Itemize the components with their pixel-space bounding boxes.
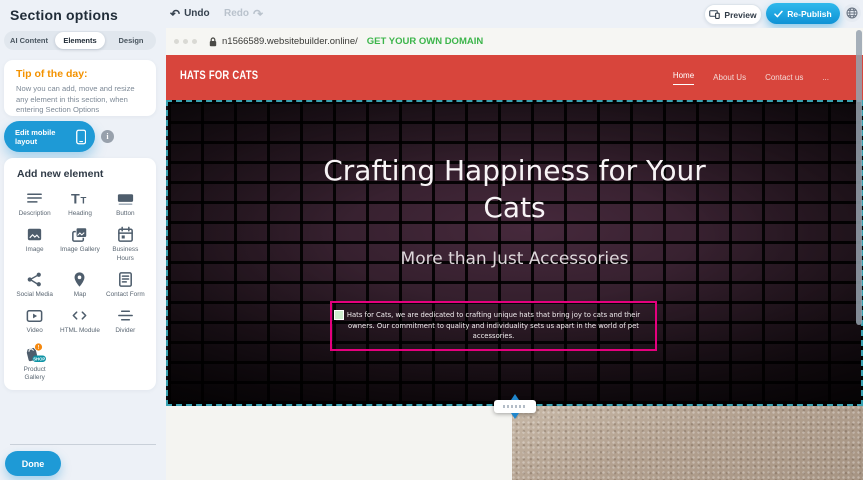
element-item-video[interactable]: Video [12, 306, 57, 335]
redo-button[interactable]: Redo ↷ [224, 8, 263, 19]
done-button[interactable]: Done [5, 451, 61, 476]
tab-elements[interactable]: Elements [55, 32, 105, 49]
add-new-element-panel: Add new element Description T T Heading … [4, 158, 156, 390]
element-item-image[interactable]: Image [12, 225, 57, 263]
svg-text:T: T [81, 195, 87, 206]
nav-home[interactable]: Home [673, 71, 694, 85]
element-item-map[interactable]: Map [57, 270, 102, 299]
site-nav: Home About Us Contact us ... [673, 55, 829, 100]
element-item-divider[interactable]: Divider [103, 306, 148, 335]
element-item-contact-form[interactable]: Contact Form [103, 270, 148, 299]
element-item-button[interactable]: Button [103, 189, 148, 218]
edit-mobile-layout-button[interactable]: Edit mobile layout [4, 121, 95, 152]
site-url[interactable]: n1566589.websitebuilder.online/ [222, 36, 358, 47]
check-icon [774, 10, 783, 18]
undo-button[interactable]: ↶ Undo [170, 8, 210, 19]
get-domain-link[interactable]: GET YOUR OWN DOMAIN [367, 36, 483, 47]
preview-button[interactable]: Preview [704, 4, 762, 25]
business-hours-icon [116, 225, 135, 244]
page-title: Section options [10, 7, 118, 23]
element-grid: Description T T Heading Button Image [12, 189, 148, 382]
sidebar-tabbar: AI Content Elements Design [4, 31, 156, 50]
element-drag-handle[interactable] [334, 310, 344, 320]
element-item-business-hours[interactable]: Business Hours [103, 225, 148, 263]
browser-bar: n1566589.websitebuilder.online/ GET YOUR… [166, 28, 863, 55]
heading-icon: T T [70, 189, 89, 208]
language-globe-button[interactable] [843, 4, 861, 22]
svg-text:SHOP: SHOP [33, 356, 45, 361]
shopping-bag-icon: ! SHOP [23, 343, 47, 364]
divider-icon [116, 306, 135, 325]
preview-scrollbar[interactable] [856, 30, 862, 325]
phone-icon [76, 129, 86, 145]
element-item-description[interactable]: Description [12, 189, 57, 218]
add-element-title: Add new element [12, 168, 148, 180]
nav-about-us[interactable]: About Us [713, 73, 746, 82]
element-item-image-gallery[interactable]: Image Gallery [57, 225, 102, 263]
social-share-icon [25, 270, 44, 289]
element-item-heading[interactable]: T T Heading [57, 189, 102, 218]
globe-icon [846, 7, 858, 19]
hero-subheading[interactable]: More than Just Accessories [168, 249, 861, 269]
carpet-image [512, 406, 863, 480]
resize-grip-dots [503, 405, 527, 408]
undo-icon: ↶ [170, 9, 180, 19]
button-icon [116, 189, 135, 208]
hero-paragraph-text: Hats for Cats, we are dedicated to craft… [341, 310, 646, 342]
image-gallery-icon [70, 225, 89, 244]
svg-text:T: T [71, 191, 80, 207]
section-resize-handle[interactable] [494, 400, 536, 413]
nav-contact-us[interactable]: Contact us [765, 73, 803, 82]
browser-dots [174, 39, 197, 44]
text-lines-icon [25, 189, 44, 208]
resize-arrow-down-icon [511, 413, 519, 419]
devices-icon [709, 10, 720, 19]
site-logo: HATS FOR CATS [180, 70, 258, 82]
element-item-html-module[interactable]: HTML Module [57, 306, 102, 335]
contact-form-icon [116, 270, 135, 289]
sidebar-divider [10, 444, 156, 445]
hero-section-selected[interactable]: Crafting Happiness for Your Cats More th… [166, 100, 863, 406]
image-icon [25, 225, 44, 244]
svg-text:!: ! [37, 345, 39, 351]
lock-icon [209, 37, 217, 47]
tab-ai-content[interactable]: AI Content [4, 31, 54, 50]
tip-of-the-day-card: Tip of the day: Now you can add, move an… [4, 60, 156, 116]
site-header: HATS FOR CATS Home About Us Contact us .… [166, 55, 863, 100]
element-item-social-media[interactable]: Social Media [12, 270, 57, 299]
tip-title: Tip of the day: [16, 68, 144, 80]
tab-design[interactable]: Design [106, 31, 156, 50]
video-icon [25, 306, 44, 325]
redo-icon: ↷ [253, 9, 263, 19]
hero-heading[interactable]: Crafting Happiness for Your Cats [300, 152, 730, 226]
tip-body: Now you can add, move and resize any ele… [16, 84, 144, 116]
republish-button[interactable]: Re-Publish [766, 3, 840, 24]
hero-paragraph-element[interactable]: Hats for Cats, we are dedicated to craft… [330, 301, 657, 351]
element-item-product-gallery[interactable]: ! SHOP Product Gallery [12, 343, 57, 383]
resize-arrow-up-icon [511, 394, 519, 400]
info-icon[interactable]: i [101, 130, 114, 143]
map-pin-icon [70, 270, 89, 289]
nav-more-ellipsis[interactable]: ... [822, 73, 829, 82]
code-icon [70, 306, 89, 325]
